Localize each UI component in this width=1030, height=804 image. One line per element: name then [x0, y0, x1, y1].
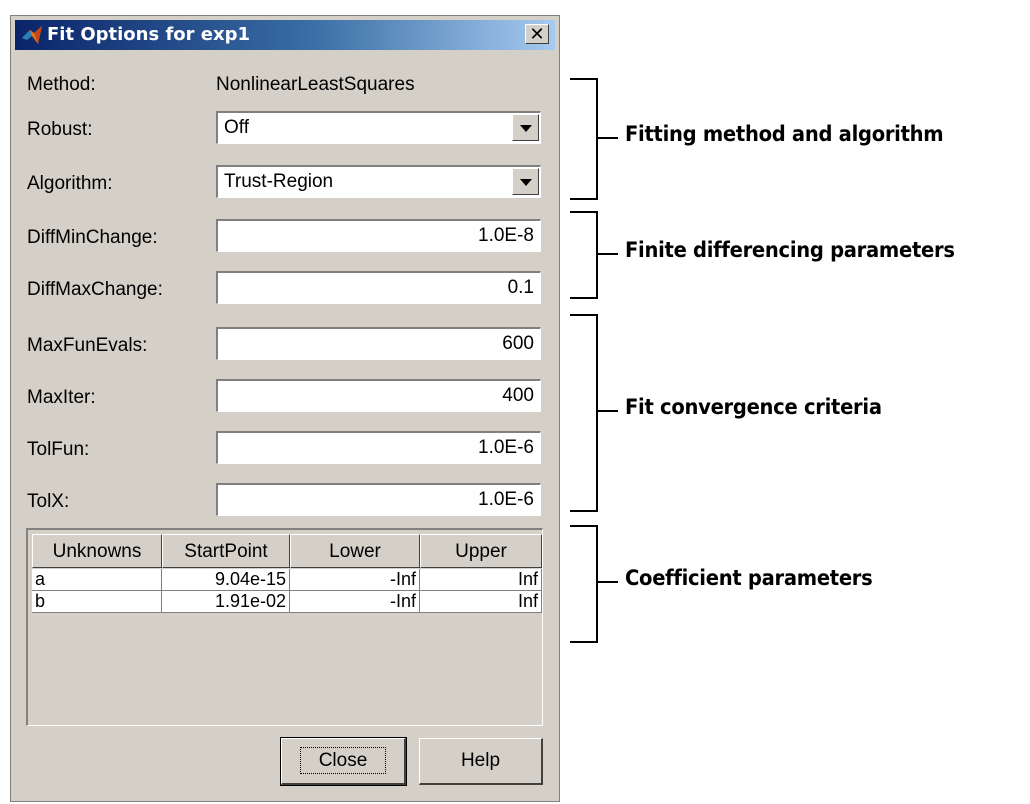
fitting-annotation: Fitting method and algorithm: [625, 122, 944, 146]
help-button[interactable]: Help: [419, 738, 543, 785]
coefficient-bracket-tick: [598, 581, 618, 583]
close-window-button[interactable]: ✕: [525, 24, 549, 45]
method-value: NonlinearLeastSquares: [216, 74, 415, 95]
diffminchange-label: DiffMinChange:: [27, 227, 158, 248]
close-button[interactable]: Close: [280, 737, 407, 786]
cell-unknown: a: [32, 569, 162, 591]
cell-startpoint[interactable]: 9.04e-15: [162, 569, 290, 591]
chevron-down-icon[interactable]: [512, 114, 539, 141]
column-header-startpoint[interactable]: StartPoint: [162, 534, 290, 568]
coefficient-annotation: Coefficient parameters: [625, 566, 873, 590]
algorithm-label: Algorithm:: [27, 173, 113, 194]
maxfunevals-label: MaxFunEvals:: [27, 335, 148, 356]
tolfun-label: TolFun:: [27, 439, 90, 460]
robust-label: Robust:: [27, 119, 93, 140]
robust-selected-value: Off: [224, 117, 249, 138]
cell-upper[interactable]: Inf: [420, 591, 542, 613]
convergence-bracket: [570, 314, 598, 512]
finite-bracket-tick: [598, 253, 618, 255]
maxiter-field[interactable]: 400: [216, 379, 541, 412]
algorithm-selected-value: Trust-Region: [224, 171, 334, 192]
window-title: Fit Options for exp1: [47, 24, 251, 45]
method-label: Method:: [27, 74, 96, 95]
matlab-logo-icon: [22, 26, 42, 44]
cell-lower[interactable]: -Inf: [290, 591, 420, 613]
diffmaxchange-field[interactable]: 0.1: [216, 271, 541, 304]
fit-options-dialog: Fit Options for exp1 ✕ Method: Nonlinear…: [10, 15, 560, 802]
tolfun-field[interactable]: 1.0E-6: [216, 431, 541, 464]
coefficient-table[interactable]: Unknowns StartPoint Lower Upper a 9.04e-…: [26, 528, 543, 726]
cell-upper[interactable]: Inf: [420, 569, 542, 591]
diffminchange-field[interactable]: 1.0E-8: [216, 219, 541, 252]
finite-bracket: [570, 211, 598, 299]
cell-startpoint[interactable]: 1.91e-02: [162, 591, 290, 613]
column-header-upper[interactable]: Upper: [420, 534, 542, 568]
cell-lower[interactable]: -Inf: [290, 569, 420, 591]
column-header-lower[interactable]: Lower: [290, 534, 420, 568]
column-header-unknowns[interactable]: Unknowns: [32, 534, 162, 568]
tolx-field[interactable]: 1.0E-6: [216, 483, 541, 516]
close-button-label: Close: [299, 747, 387, 774]
chevron-down-icon[interactable]: [512, 168, 539, 195]
diffmaxchange-label: DiffMaxChange:: [27, 279, 163, 300]
convergence-annotation: Fit convergence criteria: [625, 395, 882, 419]
coefficient-bracket: [570, 525, 598, 643]
title-bar[interactable]: Fit Options for exp1 ✕: [15, 20, 555, 50]
cell-unknown: b: [32, 591, 162, 613]
algorithm-select[interactable]: Trust-Region: [216, 165, 541, 198]
maxiter-label: MaxIter:: [27, 387, 96, 408]
tolx-label: TolX:: [27, 491, 70, 512]
finite-annotation: Finite differencing parameters: [625, 238, 955, 262]
fitting-bracket: [570, 78, 598, 200]
robust-select[interactable]: Off: [216, 111, 541, 144]
maxfunevals-field[interactable]: 600: [216, 327, 541, 360]
convergence-bracket-tick: [598, 410, 618, 412]
fitting-bracket-tick: [598, 137, 618, 139]
